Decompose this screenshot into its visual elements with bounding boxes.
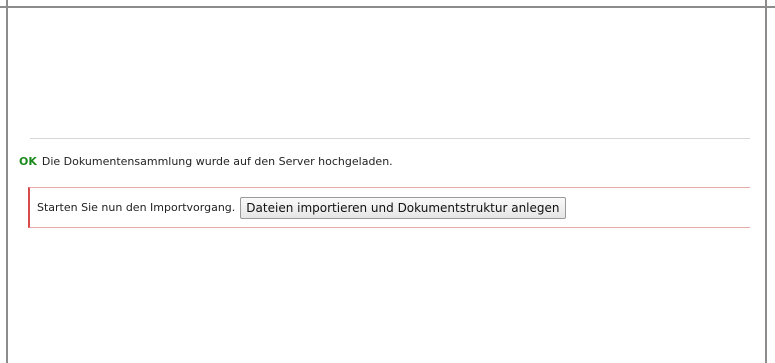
- right-frame-border: [765, 0, 767, 363]
- import-files-button[interactable]: Dateien importieren und Dokumentstruktur…: [240, 196, 566, 219]
- import-prompt-text: Starten Sie nun den Importvorgang.: [37, 201, 236, 214]
- left-frame-border: [6, 0, 8, 363]
- section-divider: [30, 138, 750, 139]
- status-text: Die Dokumentensammlung wurde auf den Ser…: [41, 154, 393, 168]
- upload-status-message: OK Die Dokumentensammlung wurde auf den …: [19, 153, 393, 169]
- ok-status-badge: OK: [19, 154, 37, 168]
- top-frame-border: [0, 0, 775, 8]
- import-panel: Starten Sie nun den Importvorgang. Datei…: [28, 187, 750, 228]
